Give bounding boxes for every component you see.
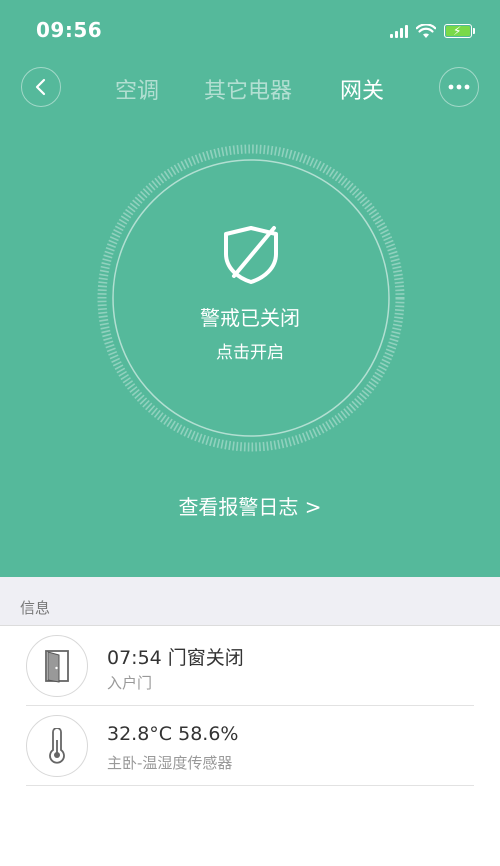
gateway-hero: 09:56 ⚡ 空调 其它电器 网关 警戒已关闭 点击开启 查看报警日志 > <box>0 0 500 577</box>
ring-graphic <box>97 144 405 452</box>
event-item-thermometer[interactable]: 32.8°C 58.6% 主卧-温湿度传感器 <box>0 706 500 786</box>
tab-other-appliances[interactable]: 其它电器 <box>204 73 292 105</box>
alarm-state-label: 警戒已关闭 <box>200 306 300 330</box>
divider <box>26 785 474 786</box>
status-bar: 09:56 ⚡ <box>0 0 500 60</box>
tab-gateway[interactable]: 网关 <box>340 73 384 105</box>
more-button[interactable] <box>439 67 479 107</box>
section-title: 信息 <box>20 599 51 617</box>
event-title: 07:54 门窗关闭 <box>107 647 244 669</box>
event-subtitle: 主卧-温湿度传感器 <box>107 754 233 772</box>
tab-air-conditioner[interactable]: 空调 <box>115 73 159 105</box>
event-title: 32.8°C 58.6% <box>107 723 239 745</box>
more-dots-icon <box>448 84 470 90</box>
chevron-left-icon <box>35 78 46 96</box>
alarm-log-link[interactable]: 查看报警日志 > <box>0 491 500 520</box>
top-nav: 空调 其它电器 网关 <box>0 66 500 112</box>
status-icons: ⚡ <box>390 20 475 42</box>
shield-off-icon <box>224 226 278 284</box>
alarm-action-label[interactable]: 点击开启 <box>0 338 500 363</box>
alarm-toggle-ring[interactable] <box>97 144 405 452</box>
event-item-door[interactable]: 07:54 门窗关闭 入户门 <box>0 626 500 706</box>
thermometer-icon <box>26 715 88 777</box>
wifi-icon <box>416 23 436 38</box>
info-section-header: 信息 <box>0 577 500 626</box>
battery-charging-icon: ⚡ <box>444 24 475 38</box>
status-time: 09:56 <box>36 18 103 42</box>
event-subtitle: 入户门 <box>107 674 153 692</box>
door-icon <box>26 635 88 697</box>
cellular-signal-icon <box>390 24 408 38</box>
back-button[interactable] <box>21 67 61 107</box>
